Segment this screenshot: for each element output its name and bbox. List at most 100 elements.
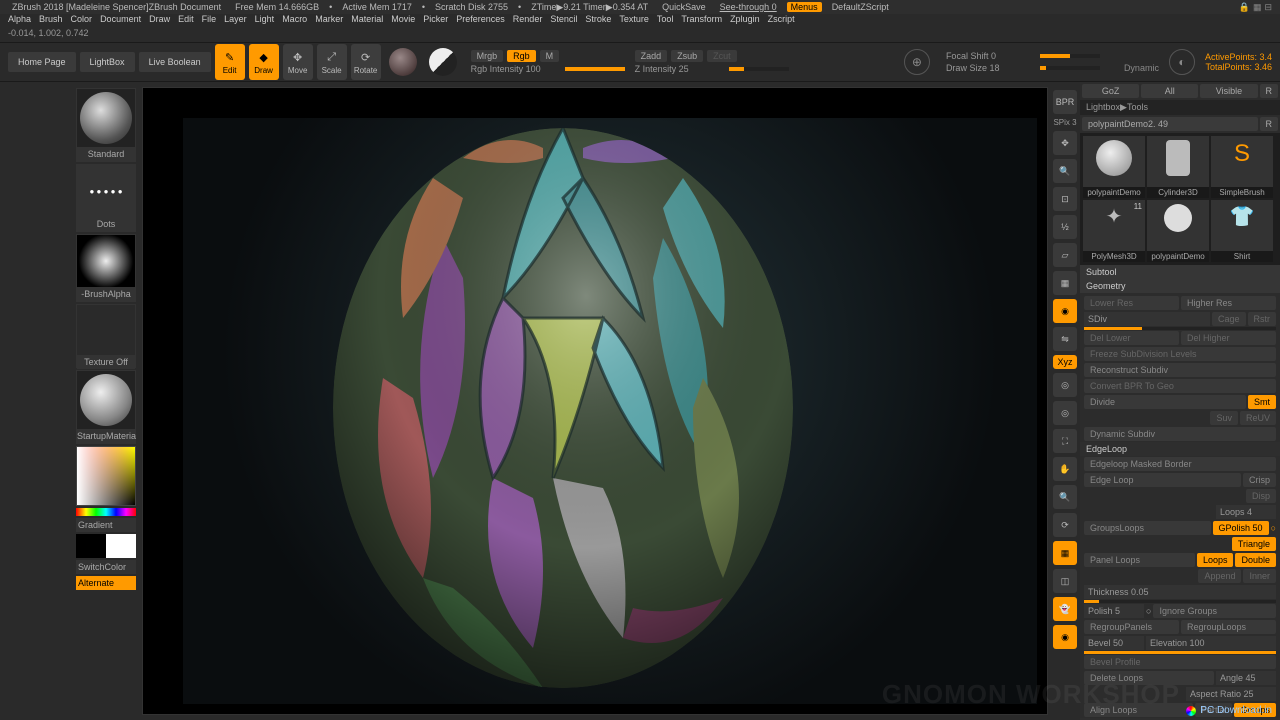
- menu-texture[interactable]: Texture: [619, 14, 649, 28]
- zsub-button[interactable]: Zsub: [671, 50, 703, 62]
- move-mode-button[interactable]: ✥Move: [283, 44, 313, 80]
- switch-color-button[interactable]: SwitchColor: [76, 560, 136, 574]
- r-button[interactable]: R: [1260, 84, 1279, 98]
- reuv-button[interactable]: ReUV: [1240, 411, 1276, 425]
- local-button[interactable]: ◉: [1053, 299, 1077, 323]
- stroke-slot[interactable]: Dots: [76, 164, 136, 232]
- elevation-slider[interactable]: Elevation 100: [1146, 636, 1276, 650]
- bpr-button[interactable]: BPR: [1053, 90, 1077, 114]
- tool-polymesh3d[interactable]: ✦PolyMesh3D11: [1083, 200, 1145, 262]
- triangle-button[interactable]: Triangle: [1232, 537, 1276, 551]
- menu-render[interactable]: Render: [513, 14, 543, 28]
- live-boolean-button[interactable]: Live Boolean: [139, 52, 211, 72]
- seethrough-slider[interactable]: See-through 0: [716, 2, 781, 12]
- quicksave-button[interactable]: QuickSave: [658, 2, 710, 12]
- gpolish-slider[interactable]: GPolish 50: [1213, 521, 1269, 535]
- xyz-button[interactable]: Xyz: [1053, 355, 1077, 369]
- perspective-gizmo-icon[interactable]: ◐: [1169, 49, 1195, 75]
- focal-shift-slider[interactable]: Focal Shift 0: [946, 51, 1036, 61]
- color-swatches[interactable]: [76, 534, 136, 558]
- material-slot[interactable]: StartupMateria: [76, 370, 136, 444]
- floor-button[interactable]: ▦: [1053, 271, 1077, 295]
- zcut-button[interactable]: Zcut: [707, 50, 737, 62]
- subtool-header[interactable]: Subtool: [1080, 265, 1280, 279]
- menu-brush[interactable]: Brush: [39, 14, 63, 28]
- polish-slider[interactable]: Polish 5: [1084, 604, 1144, 618]
- actual-button[interactable]: ⊡: [1053, 187, 1077, 211]
- sdiv-slider[interactable]: SDiv: [1084, 312, 1210, 326]
- gradient-button[interactable]: Gradient: [76, 518, 136, 532]
- tool-shirt[interactable]: 👕Shirt: [1211, 200, 1273, 262]
- menu-material[interactable]: Material: [351, 14, 383, 28]
- menu-document[interactable]: Document: [100, 14, 141, 28]
- lsym-button[interactable]: ⇋: [1053, 327, 1077, 351]
- aspect-ratio-slider[interactable]: Aspect Ratio 25: [1186, 687, 1276, 701]
- ignore-groups-button[interactable]: Ignore Groups: [1153, 604, 1276, 618]
- menu-stroke[interactable]: Stroke: [585, 14, 611, 28]
- panel-loops-button[interactable]: Panel Loops: [1084, 553, 1195, 567]
- freeze-subdiv-button[interactable]: Freeze SubDivision Levels: [1084, 347, 1276, 361]
- menu-layer[interactable]: Layer: [224, 14, 247, 28]
- alternate-button[interactable]: Alternate: [76, 576, 136, 590]
- del-lower-button[interactable]: Del Lower: [1084, 331, 1179, 345]
- symmetry-x-button[interactable]: ◎: [1053, 373, 1077, 397]
- gizmo3d-icon[interactable]: ⊕: [904, 49, 930, 75]
- lock-icon[interactable]: 🔒: [1239, 2, 1250, 13]
- regroup-loops-button[interactable]: RegroupLoops: [1181, 620, 1276, 634]
- menu-picker[interactable]: Picker: [423, 14, 448, 28]
- divide-button[interactable]: Divide: [1084, 395, 1246, 409]
- spix-label[interactable]: SPix 3: [1053, 118, 1076, 127]
- rotate-mode-button[interactable]: ⟳Rotate: [351, 44, 381, 80]
- polyf-button[interactable]: ▦: [1053, 541, 1077, 565]
- menu-color[interactable]: Color: [71, 14, 93, 28]
- lower-res-button[interactable]: Lower Res: [1084, 296, 1179, 310]
- menu-alpha[interactable]: Alpha: [8, 14, 31, 28]
- alpha-slot[interactable]: -BrushAlpha: [76, 234, 136, 302]
- convert-bpr-button[interactable]: Convert BPR To Geo: [1084, 379, 1276, 393]
- crisp-button[interactable]: Crisp: [1243, 473, 1276, 487]
- material-preview-icon[interactable]: [389, 48, 417, 76]
- menu-movie[interactable]: Movie: [391, 14, 415, 28]
- m-button[interactable]: M: [540, 50, 560, 62]
- menus-button[interactable]: Menus: [787, 2, 822, 12]
- hue-bar[interactable]: [76, 508, 136, 516]
- menu-light[interactable]: Light: [255, 14, 275, 28]
- groupsloops-button[interactable]: GroupsLoops: [1084, 521, 1211, 535]
- menu-zplugin[interactable]: Zplugin: [730, 14, 760, 28]
- z-intensity-slider[interactable]: Z Intensity 25: [635, 64, 725, 74]
- dynamic-label[interactable]: Dynamic: [1124, 63, 1159, 73]
- menu-transform[interactable]: Transform: [681, 14, 722, 28]
- append-button[interactable]: Append: [1198, 569, 1241, 583]
- menu-tool[interactable]: Tool: [657, 14, 674, 28]
- geometry-header[interactable]: Geometry: [1080, 279, 1280, 293]
- tool-polypaintdemo[interactable]: polypaintDemo: [1083, 136, 1145, 198]
- rgb-button[interactable]: Rgb: [507, 50, 536, 62]
- aahalf-button[interactable]: ½: [1053, 215, 1077, 239]
- smt-button[interactable]: Smt: [1248, 395, 1276, 409]
- loops-slider[interactable]: Loops 4: [1216, 505, 1276, 519]
- menu-file[interactable]: File: [202, 14, 217, 28]
- cage-button[interactable]: Cage: [1212, 312, 1246, 326]
- rgb-intensity-slider[interactable]: Rgb Intensity 100: [471, 64, 561, 74]
- zoom-button[interactable]: 🔍: [1053, 159, 1077, 183]
- default-zscript[interactable]: DefaultZScript: [828, 2, 893, 12]
- scale-mode-button[interactable]: ⤢Scale: [317, 44, 347, 80]
- transp-button[interactable]: ◫: [1053, 569, 1077, 593]
- align-loops-button[interactable]: Align Loops: [1084, 703, 1193, 717]
- del-higher-button[interactable]: Del Higher: [1181, 331, 1276, 345]
- edit-mode-button[interactable]: ✎Edit: [215, 44, 245, 80]
- edgeloop-masked-button[interactable]: Edgeloop Masked Border: [1084, 457, 1276, 471]
- rotate-canvas-button[interactable]: ⟳: [1053, 513, 1077, 537]
- texture-slot[interactable]: Texture Off: [76, 304, 136, 368]
- zadd-button[interactable]: Zadd: [635, 50, 668, 62]
- current-tool-name[interactable]: polypaintDemo2. 49: [1082, 117, 1258, 131]
- reconstruct-subdiv-button[interactable]: Reconstruct Subdiv: [1084, 363, 1276, 377]
- rstr-button[interactable]: Rstr: [1248, 312, 1277, 326]
- higher-res-button[interactable]: Higher Res: [1181, 296, 1276, 310]
- double-button[interactable]: Double: [1235, 553, 1276, 567]
- menu-edit[interactable]: Edit: [178, 14, 194, 28]
- menu-stencil[interactable]: Stencil: [550, 14, 577, 28]
- color-picker[interactable]: [76, 446, 136, 506]
- goz-button[interactable]: GoZ: [1082, 84, 1139, 98]
- menu-marker[interactable]: Marker: [315, 14, 343, 28]
